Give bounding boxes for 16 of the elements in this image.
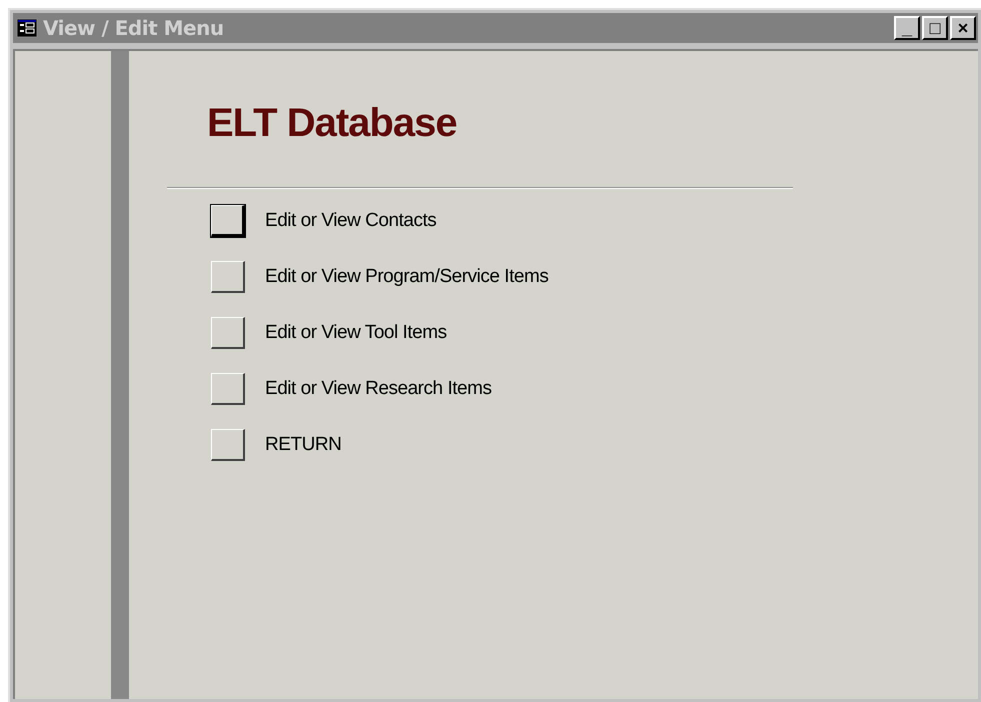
form-heading: ELT Database	[207, 103, 458, 143]
close-button[interactable]: ×	[950, 16, 976, 40]
menu-label: Edit or View Contacts	[265, 208, 436, 233]
menu-label: Edit or View Tool Items	[265, 320, 447, 345]
minimize-button[interactable]: _	[894, 16, 920, 40]
menu-button[interactable]	[211, 373, 245, 405]
menu-label: Edit or View Program/Service Items	[265, 264, 548, 289]
menu-button[interactable]	[211, 429, 245, 461]
form-icon	[17, 19, 37, 37]
menu-label: Edit or View Research Items	[265, 376, 492, 401]
maximize-button[interactable]: □	[922, 16, 948, 40]
menu-button[interactable]	[211, 317, 245, 349]
menu-button[interactable]	[211, 261, 245, 293]
window-title: View / Edit Menu	[43, 15, 225, 42]
menu-button[interactable]	[211, 205, 245, 237]
menu-label: RETURN	[265, 432, 342, 457]
